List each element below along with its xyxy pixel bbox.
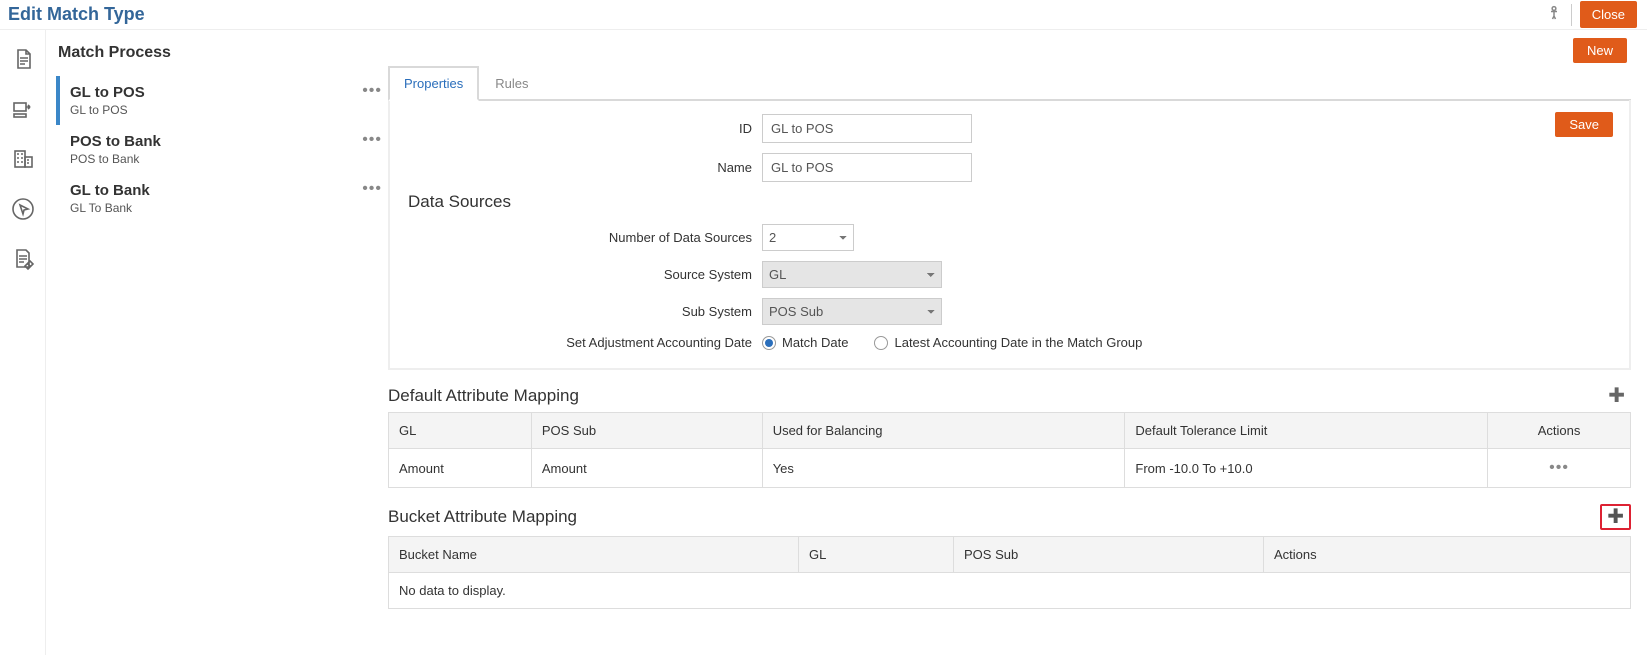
- cell-pos-sub: Amount: [531, 449, 762, 488]
- radio-label: Match Date: [782, 335, 848, 350]
- col-bucket-name: Bucket Name: [389, 537, 799, 573]
- radio-icon: [762, 336, 776, 350]
- sidebar: Match Process GL to POS GL to POS ••• PO…: [46, 30, 386, 655]
- main-panel: New Properties Rules Save ID Name Data S…: [386, 30, 1647, 655]
- sidebar-item-gl-to-bank[interactable]: GL to Bank GL To Bank •••: [56, 174, 386, 223]
- tabs: Properties Rules: [388, 64, 1631, 101]
- sub-system-select[interactable]: POS Sub: [762, 298, 942, 325]
- save-button[interactable]: Save: [1555, 112, 1613, 137]
- id-label: ID: [406, 121, 762, 136]
- col-pos-sub: POS Sub: [531, 413, 762, 449]
- page-title: Edit Match Type: [4, 4, 145, 25]
- table-header-row: Bucket Name GL POS Sub Actions: [389, 537, 1631, 573]
- new-button[interactable]: New: [1573, 38, 1627, 63]
- add-default-mapping-button[interactable]: ✚: [1602, 386, 1631, 406]
- default-mapping-title: Default Attribute Mapping: [388, 386, 579, 406]
- name-label: Name: [406, 160, 762, 175]
- col-actions: Actions: [1488, 413, 1631, 449]
- source-system-select[interactable]: GL: [762, 261, 942, 288]
- radio-match-date[interactable]: Match Date: [762, 335, 848, 350]
- tab-rules[interactable]: Rules: [479, 66, 544, 101]
- cell-tolerance: From -10.0 To +10.0: [1125, 449, 1488, 488]
- radio-label: Latest Accounting Date in the Match Grou…: [894, 335, 1142, 350]
- name-input[interactable]: [762, 153, 972, 182]
- empty-message: No data to display.: [389, 573, 1631, 609]
- bucket-mapping-section: Bucket Attribute Mapping ✚ Bucket Name G…: [388, 504, 1631, 609]
- col-gl: GL: [389, 413, 532, 449]
- nav-rail: [0, 30, 46, 655]
- sidebar-item-title: GL to Bank: [70, 182, 378, 199]
- document-icon[interactable]: [10, 46, 36, 72]
- properties-panel: Save ID Name Data Sources Number of Data…: [388, 100, 1631, 370]
- id-input[interactable]: [762, 114, 972, 143]
- add-bucket-mapping-button[interactable]: ✚: [1600, 504, 1631, 530]
- source-system-label: Source System: [406, 267, 762, 282]
- topbar-right: Close: [1545, 1, 1637, 28]
- default-mapping-table: GL POS Sub Used for Balancing Default To…: [388, 412, 1631, 488]
- cell-balancing: Yes: [762, 449, 1125, 488]
- table-header-row: GL POS Sub Used for Balancing Default To…: [389, 413, 1631, 449]
- topbar: Edit Match Type Close: [0, 0, 1647, 30]
- table-row: Amount Amount Yes From -10.0 To +10.0 ••…: [389, 449, 1631, 488]
- edit-document-icon[interactable]: [10, 246, 36, 272]
- sidebar-item-subtitle: POS to Bank: [70, 152, 378, 166]
- sidebar-title: Match Process: [56, 44, 386, 62]
- cell-actions: •••: [1488, 449, 1631, 488]
- col-actions: Actions: [1264, 537, 1631, 573]
- building-icon[interactable]: [10, 146, 36, 172]
- bucket-mapping-title: Bucket Attribute Mapping: [388, 507, 577, 527]
- default-mapping-section: Default Attribute Mapping ✚ GL POS Sub U…: [388, 386, 1631, 488]
- adjustment-date-label: Set Adjustment Accounting Date: [406, 335, 762, 350]
- col-gl: GL: [799, 537, 954, 573]
- col-balancing: Used for Balancing: [762, 413, 1125, 449]
- divider: [1571, 4, 1572, 26]
- sidebar-item-title: POS to Bank: [70, 133, 378, 150]
- accessibility-icon[interactable]: [1545, 4, 1563, 25]
- num-sources-label: Number of Data Sources: [406, 230, 762, 245]
- sidebar-item-subtitle: GL To Bank: [70, 201, 378, 215]
- export-icon[interactable]: [10, 96, 36, 122]
- more-icon[interactable]: •••: [362, 131, 382, 149]
- num-sources-select[interactable]: 2: [762, 224, 854, 251]
- col-tolerance: Default Tolerance Limit: [1125, 413, 1488, 449]
- cell-gl: Amount: [389, 449, 532, 488]
- sidebar-item-title: GL to POS: [70, 84, 378, 101]
- radio-icon: [874, 336, 888, 350]
- sidebar-item-subtitle: GL to POS: [70, 103, 378, 117]
- table-empty-row: No data to display.: [389, 573, 1631, 609]
- sidebar-item-pos-to-bank[interactable]: POS to Bank POS to Bank •••: [56, 125, 386, 174]
- close-button[interactable]: Close: [1580, 1, 1637, 28]
- col-pos-sub: POS Sub: [954, 537, 1264, 573]
- tab-properties[interactable]: Properties: [388, 66, 479, 101]
- data-sources-heading: Data Sources: [408, 192, 1613, 212]
- bucket-mapping-table: Bucket Name GL POS Sub Actions No data t…: [388, 536, 1631, 609]
- cursor-icon[interactable]: [10, 196, 36, 222]
- more-icon[interactable]: •••: [1549, 459, 1569, 476]
- more-icon[interactable]: •••: [362, 82, 382, 100]
- sidebar-item-gl-to-pos[interactable]: GL to POS GL to POS •••: [56, 76, 386, 125]
- more-icon[interactable]: •••: [362, 180, 382, 198]
- radio-latest-accounting-date[interactable]: Latest Accounting Date in the Match Grou…: [874, 335, 1142, 350]
- sub-system-label: Sub System: [406, 304, 762, 319]
